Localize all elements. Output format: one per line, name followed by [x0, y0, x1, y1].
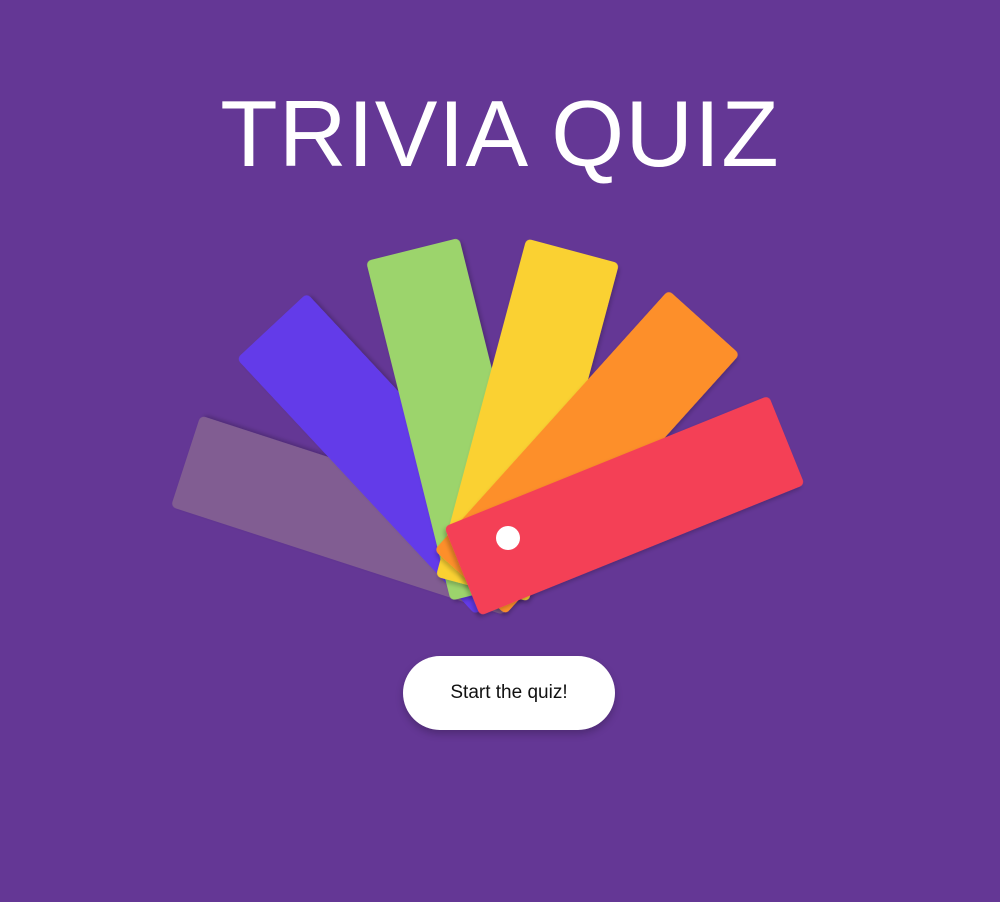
start-quiz-button[interactable]: Start the quiz!: [403, 656, 615, 730]
swatch-card-purple: [172, 416, 533, 614]
swatch-card-blue: [238, 295, 544, 613]
quiz-landing-page: TRIVIA QUIZ Start the quiz!: [0, 0, 1000, 902]
swatch-card-red: [445, 397, 804, 615]
page-title: TRIVIA QUIZ: [220, 81, 780, 186]
swatch-card-orange: [436, 292, 738, 613]
swatch-card-green: [367, 238, 543, 600]
swatch-card-yellow: [436, 239, 619, 601]
swatch-hole: [496, 526, 520, 550]
